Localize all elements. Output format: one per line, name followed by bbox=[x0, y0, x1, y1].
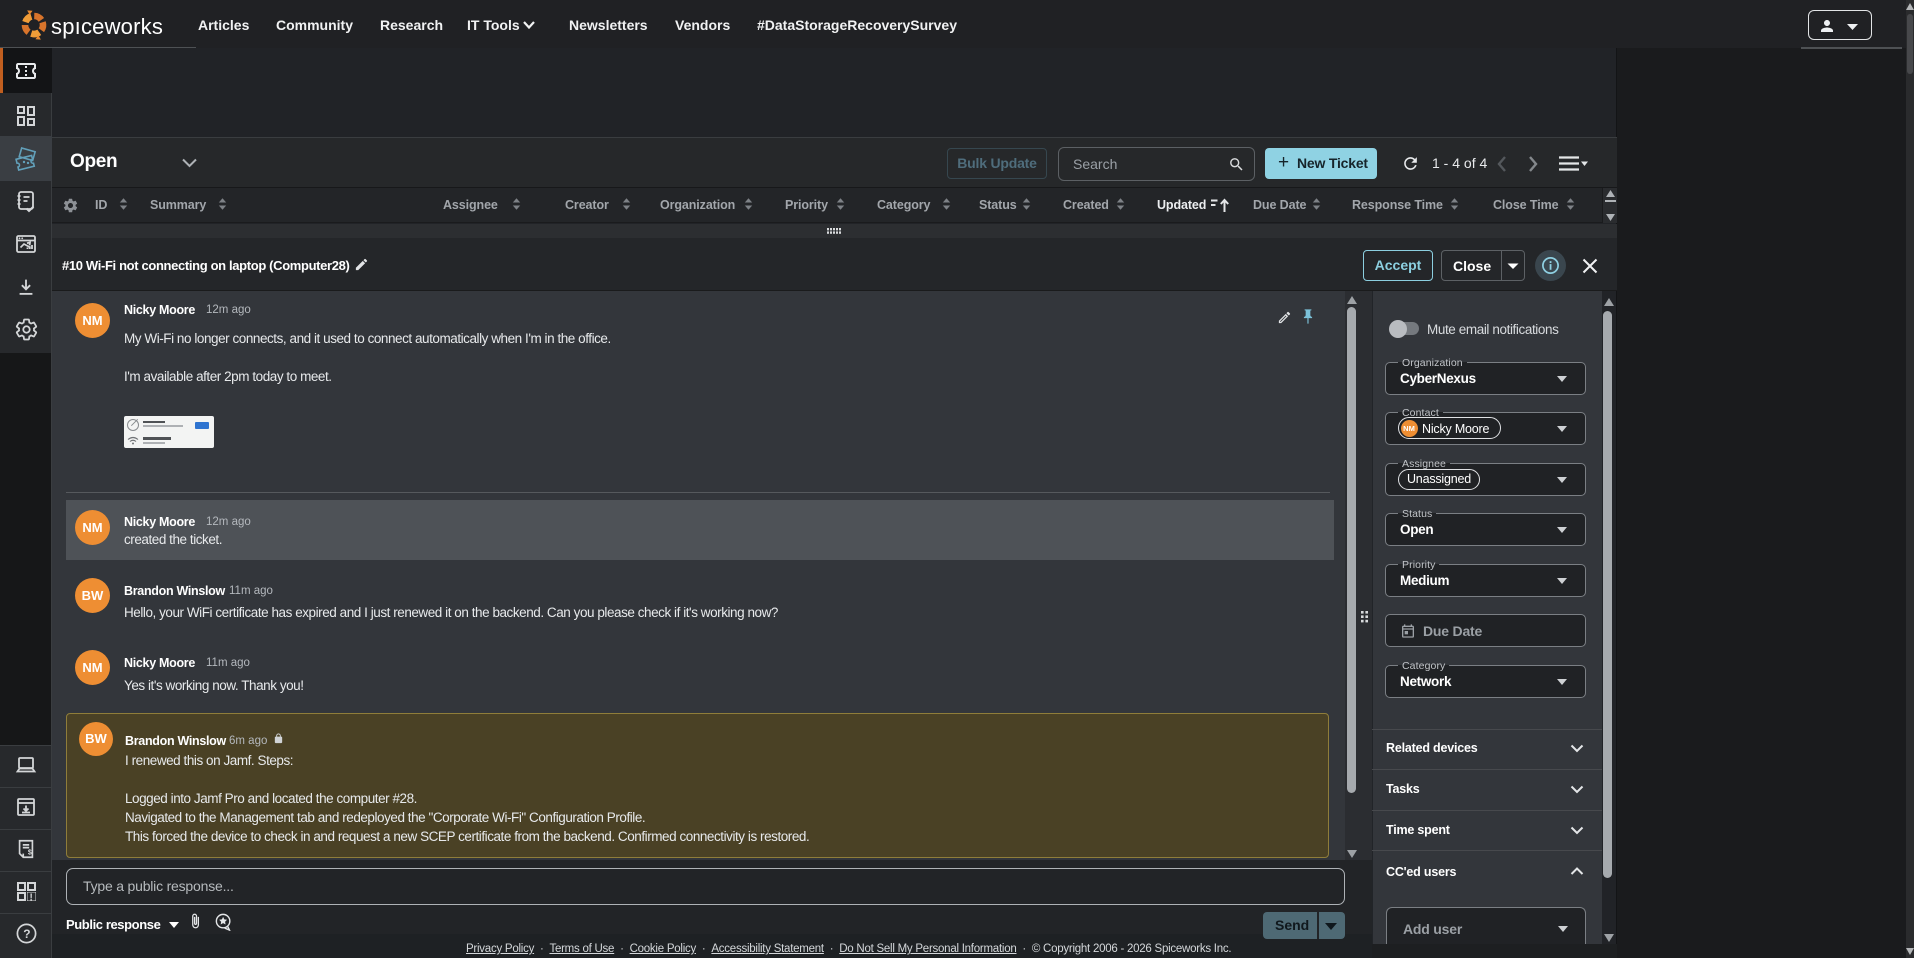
svg-text:!: ! bbox=[30, 893, 33, 904]
svg-text:?: ? bbox=[23, 927, 30, 941]
svg-text:$: $ bbox=[28, 850, 32, 857]
